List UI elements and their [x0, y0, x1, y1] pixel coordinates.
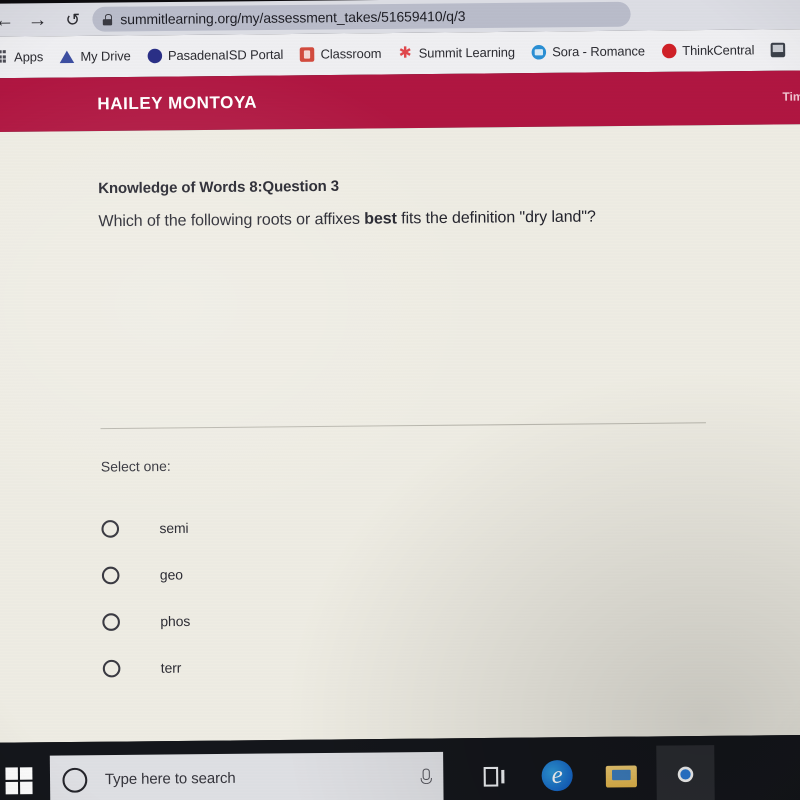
- page-title: HAILEY MONTOYA: [97, 92, 258, 113]
- bookmark-thinkcentral[interactable]: ThinkCentral: [661, 42, 755, 59]
- blue-circle-icon: [147, 48, 162, 64]
- lock-icon: [103, 13, 112, 24]
- task-view-glyph: [480, 766, 505, 786]
- google-classroom-icon: [299, 47, 315, 62]
- bookmark-classroom[interactable]: Classroom: [299, 46, 382, 62]
- address-bar[interactable]: summitlearning.org/my/assessment_takes/5…: [92, 1, 631, 32]
- taskbar-icon-group: [464, 736, 715, 800]
- folder-glyph: [606, 762, 637, 787]
- answer-options-list: semi geo phos terr: [101, 505, 191, 692]
- bookmark-summit-learning[interactable]: ✱ Summit Learning: [398, 44, 516, 62]
- bookmark-sora-romance[interactable]: Sora - Romance: [531, 44, 645, 60]
- radio-button-icon[interactable]: [102, 613, 121, 631]
- windows-taskbar: Type here to search: [0, 734, 800, 800]
- question-prompt: Which of the following roots or affixes …: [98, 203, 662, 236]
- answer-option-row[interactable]: geo: [101, 551, 190, 598]
- forward-arrow-icon[interactable]: →: [26, 9, 49, 32]
- bookmark-label: PasadenaISD Portal: [167, 47, 284, 64]
- bookmark-label: Apps: [14, 49, 44, 65]
- answer-option-label: phos: [160, 613, 191, 630]
- search-placeholder: Type here to search: [104, 770, 236, 789]
- apps-grid-icon: [0, 50, 8, 65]
- microphone-icon[interactable]: [419, 769, 431, 786]
- prompt-part-1: Which of the following roots or affixes: [98, 210, 365, 231]
- url-text: summitlearning.org/my/assessment_takes/5…: [120, 7, 466, 27]
- bookmark-apps[interactable]: Apps: [0, 50, 43, 65]
- answer-option-label: terr: [160, 660, 182, 676]
- task-view-icon[interactable]: [464, 747, 523, 800]
- prompt-part-2: fits the definition "dry land"?: [396, 208, 596, 228]
- app-header: HAILEY MONTOYA Tim: [0, 70, 800, 133]
- answer-option-row[interactable]: semi: [101, 505, 189, 552]
- select-one-label: Select one:: [100, 458, 171, 475]
- bookmark-label: Classroom: [320, 46, 382, 62]
- question-heading: Knowledge of Words 8:Question 3: [98, 178, 340, 198]
- bookmark-label: ThinkCentral: [682, 42, 755, 59]
- back-arrow-icon[interactable]: ←: [0, 10, 16, 33]
- bookmark-label: My Drive: [80, 48, 131, 64]
- monitor-icon: [770, 42, 786, 58]
- bookmark-pasadenaisd-portal[interactable]: PasadenaISD Portal: [147, 48, 283, 64]
- windows-logo-glyph: [5, 766, 33, 795]
- screen-area: ← → ↺ summitlearning.org/my/assessment_t…: [0, 0, 800, 800]
- search-circle-icon: [62, 767, 88, 793]
- question-block: Knowledge of Words 8:Question 3 Which of…: [98, 175, 720, 236]
- answer-option-row[interactable]: phos: [102, 598, 190, 645]
- google-drive-icon: [60, 50, 75, 65]
- reload-icon[interactable]: ↺: [61, 9, 84, 32]
- taskbar-search-input[interactable]: Type here to search: [49, 751, 444, 800]
- chrome-glyph: [669, 758, 702, 791]
- answer-option-label: semi: [159, 520, 189, 537]
- file-explorer-icon[interactable]: [592, 746, 651, 800]
- bookmark-label: Summit Learning: [418, 45, 516, 61]
- photo-of-laptop-screen: ← → ↺ summitlearning.org/my/assessment_t…: [0, 0, 800, 800]
- bookmark-overflow[interactable]: [770, 42, 786, 58]
- radio-button-icon[interactable]: [102, 659, 121, 678]
- google-chrome-icon[interactable]: [656, 745, 715, 800]
- radio-button-icon[interactable]: [101, 520, 120, 538]
- assessment-body: Knowledge of Words 8:Question 3 Which of…: [0, 124, 800, 800]
- sora-icon: [531, 44, 547, 60]
- section-divider: [100, 422, 706, 430]
- bookmark-label: Sora - Romance: [552, 44, 646, 60]
- prompt-emphasis: best: [364, 209, 397, 228]
- red-circle-icon: [661, 43, 677, 59]
- bookmark-my-drive[interactable]: My Drive: [60, 48, 131, 65]
- windows-start-icon[interactable]: [0, 742, 48, 800]
- microsoft-edge-icon[interactable]: [528, 746, 587, 800]
- timer-label: Tim: [782, 91, 800, 104]
- answer-option-label: geo: [159, 567, 183, 583]
- summit-asterisk-icon: ✱: [398, 44, 412, 62]
- radio-button-icon[interactable]: [101, 566, 120, 585]
- answer-option-row[interactable]: terr: [102, 645, 191, 692]
- edge-glyph: [541, 759, 573, 792]
